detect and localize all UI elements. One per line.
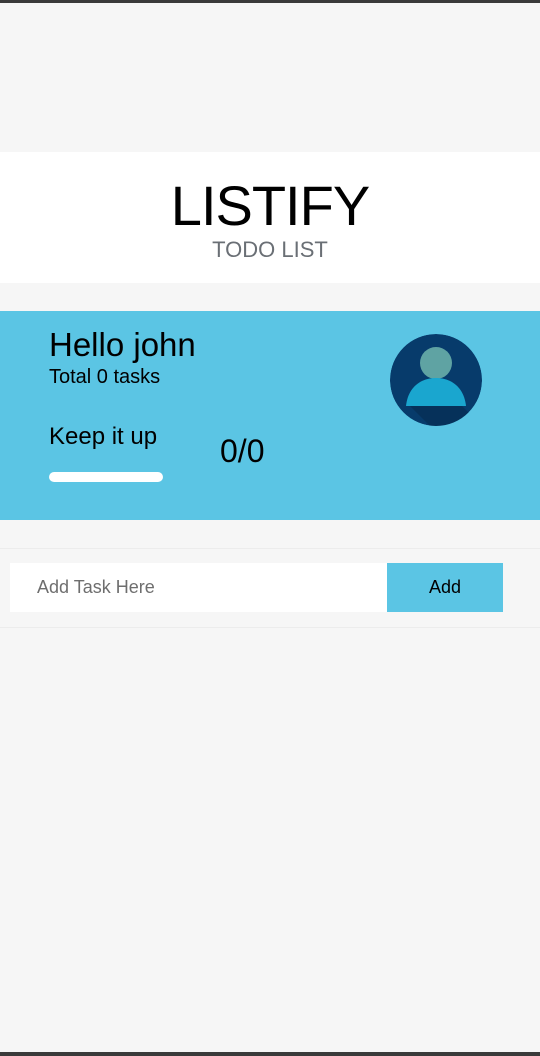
summary-card: Hello john Total 0 tasks Keep it up 0/0 [0,311,540,520]
task-input[interactable] [10,563,387,612]
add-task-bar: Add [0,548,540,628]
avatar-graphic [390,334,482,426]
user-avatar-icon[interactable] [390,334,482,426]
task-counter: 0/0 [220,433,265,469]
app-title: LISTIFY [170,174,370,237]
greeting-text: Hello john [49,326,196,363]
motivation-text: Keep it up [49,423,158,450]
total-tasks-text: Total 0 tasks [49,366,161,388]
progress-bar [49,472,163,482]
app-header: LISTIFY TODO LIST [0,152,540,283]
add-button[interactable]: Add [387,563,503,612]
app-subtitle: TODO LIST [212,237,328,262]
navigation-bar-edge [0,1052,540,1056]
status-bar-edge [0,0,540,3]
